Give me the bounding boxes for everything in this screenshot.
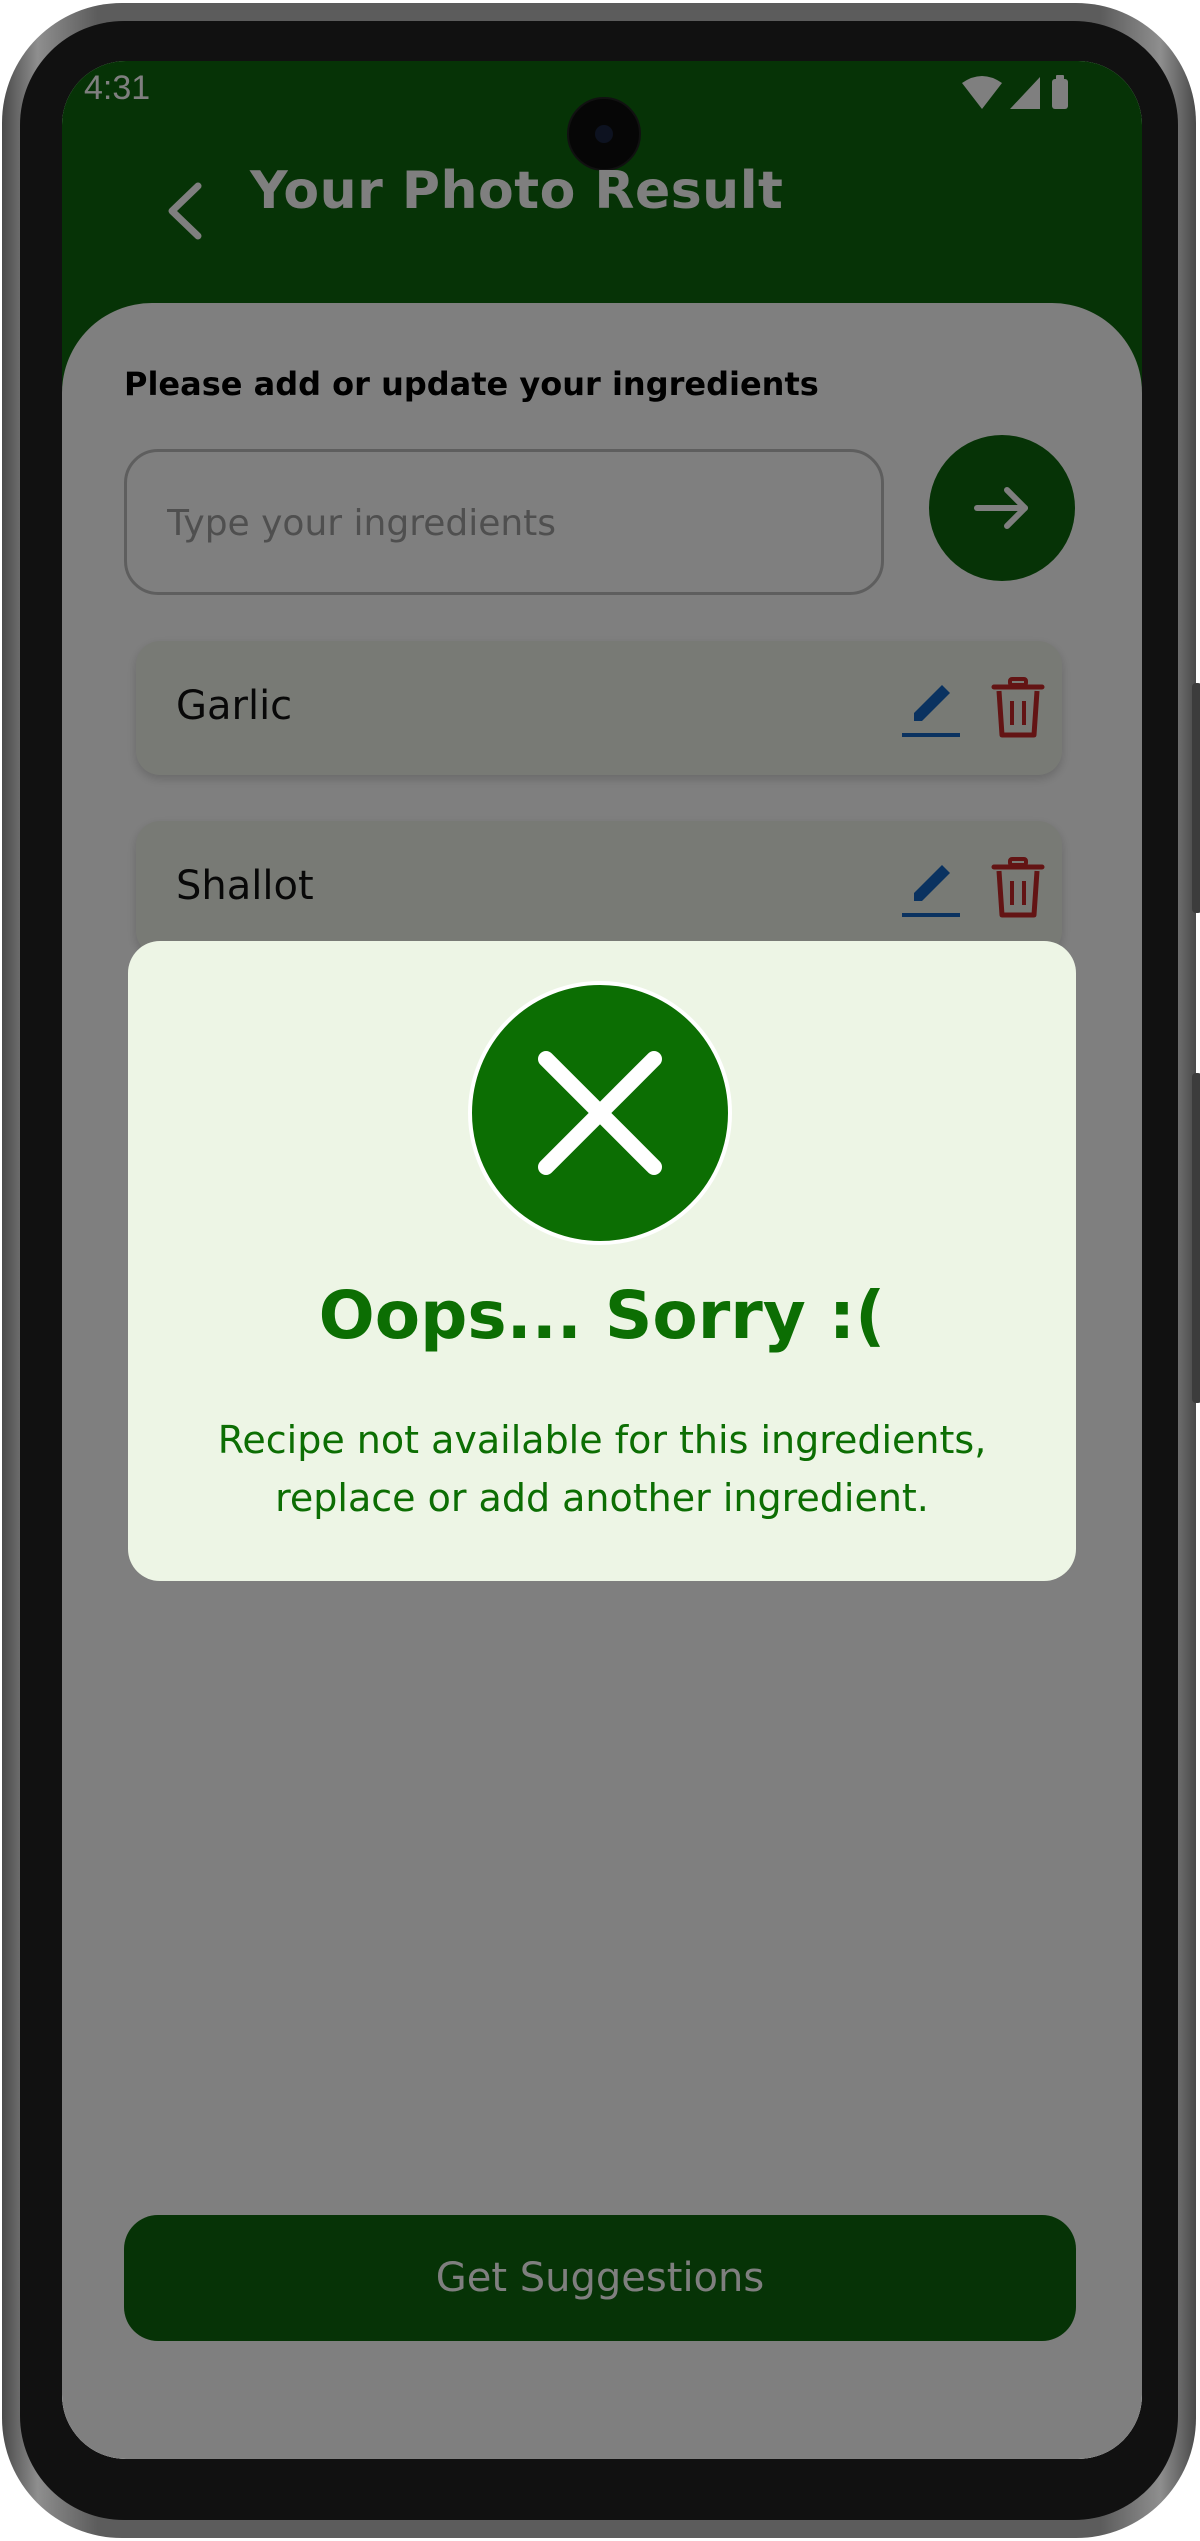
close-x-icon <box>538 1051 662 1175</box>
dialog-message: Recipe not available for this ingredient… <box>217 1418 987 1520</box>
power-button <box>1192 683 1200 913</box>
phone-frame: 4:31 Your Photo Result Please add or upd… <box>2 3 1200 2538</box>
volume-button <box>1192 1073 1200 1403</box>
dialog-title: Oops... Sorry :( <box>318 1277 886 1354</box>
app-screen: 4:31 Your Photo Result Please add or upd… <box>62 61 1142 2459</box>
error-icon-badge <box>468 981 732 1245</box>
error-dialog: Oops... Sorry :( Recipe not available fo… <box>128 941 1076 1581</box>
